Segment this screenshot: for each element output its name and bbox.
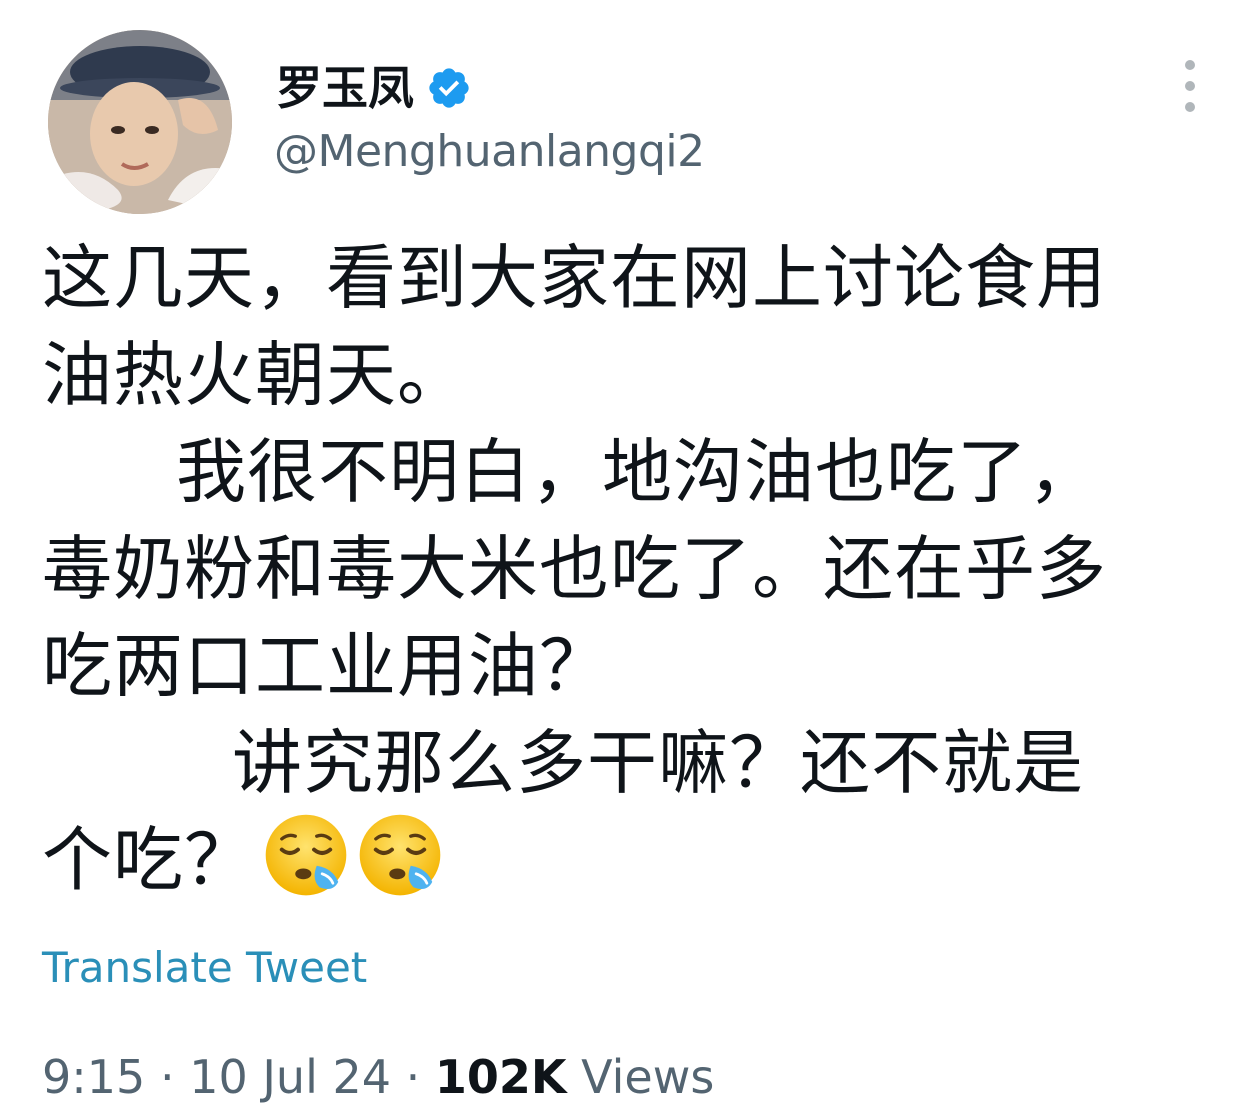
tweet-line: 这几天，看到大家在网上讨论食用	[42, 237, 1107, 319]
tweet-date[interactable]: 10 Jul 24	[189, 1050, 391, 1104]
translate-tweet-link[interactable]: Translate Tweet	[42, 938, 367, 998]
tweet-last-line: 个吃？	[42, 812, 1232, 909]
views-count: 102K	[434, 1050, 567, 1104]
author-name-row: 罗玉凤	[276, 56, 472, 120]
tweet-card: 罗玉凤 @Menghuanlangqi2 这几天，看到大家在网上讨论食用 油热火…	[0, 0, 1260, 1104]
sleepy-face-emoji-icon	[265, 814, 347, 896]
more-dot	[1185, 60, 1195, 70]
avatar-image	[48, 30, 232, 214]
tweet-line: 油热火朝天。	[42, 334, 468, 416]
more-dot	[1185, 102, 1195, 112]
tweet-meta: 9:15 · 10 Jul 24 · 102K Views	[42, 1046, 714, 1108]
more-dot	[1185, 81, 1195, 91]
verified-badge-icon	[429, 68, 469, 108]
tweet-line: 个吃？	[42, 819, 255, 901]
tweet-line: 吃两口工业用油？	[42, 625, 610, 707]
author-handle[interactable]: @Menghuanlangqi2	[274, 122, 705, 182]
more-options-icon[interactable]	[1172, 60, 1208, 112]
tweet-line: 毒奶粉和毒大米也吃了。还在乎多	[42, 528, 1107, 610]
tweet-line: 我很不明白，地沟油也吃了，	[176, 431, 1099, 513]
meta-separator: ·	[159, 1050, 175, 1104]
views-label: Views	[581, 1050, 715, 1104]
display-name[interactable]: 罗玉凤	[276, 56, 414, 120]
tweet-line: 讲究那么多干嘛？还不就是	[232, 722, 1084, 804]
tweet-text: 这几天，看到大家在网上讨论食用 油热火朝天。 我很不明白，地沟油也吃了， 毒奶粉…	[42, 230, 1232, 909]
avatar[interactable]	[48, 30, 232, 214]
meta-separator: ·	[405, 1050, 421, 1104]
tweet-time[interactable]: 9:15	[42, 1050, 145, 1104]
sleepy-face-emoji-icon	[359, 814, 441, 896]
